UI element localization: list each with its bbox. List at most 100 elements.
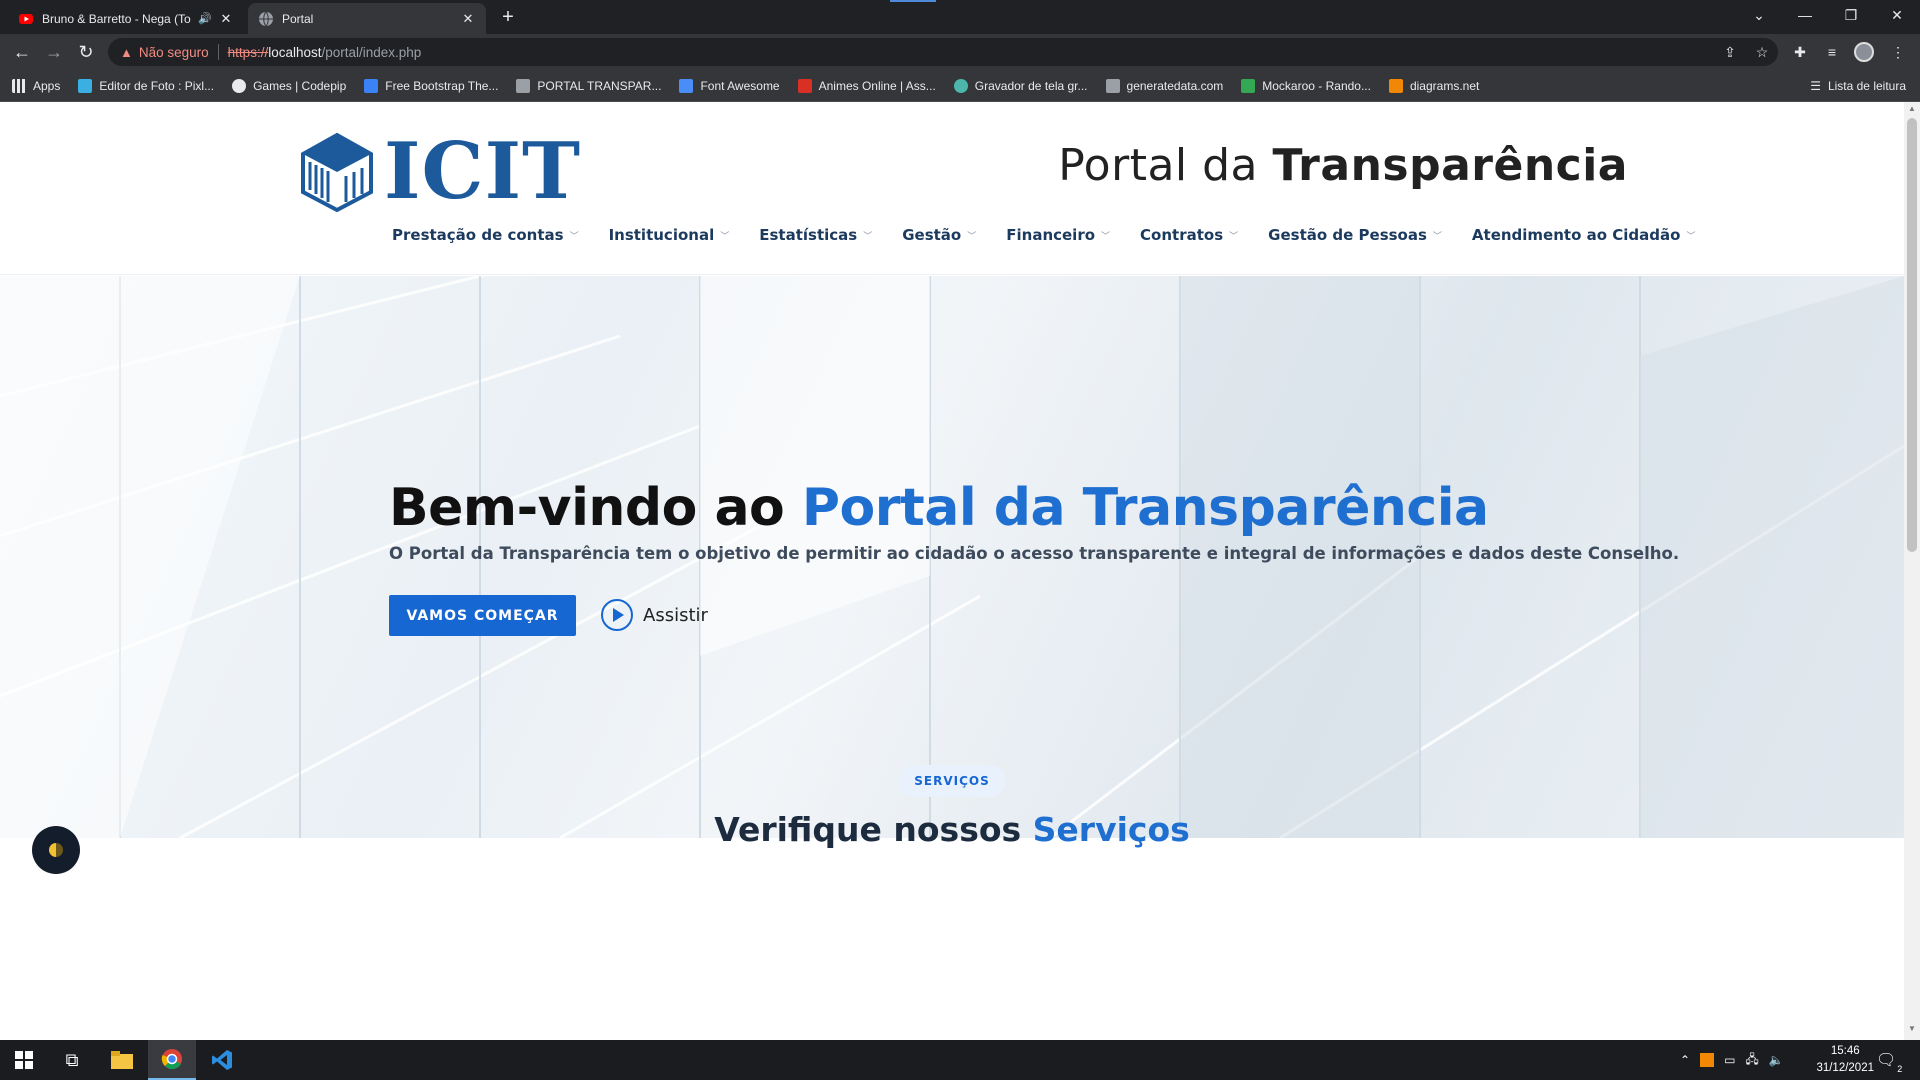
bookmarks-bar: Apps Editor de Foto : Pixl... Games | Co… xyxy=(0,70,1920,102)
youtube-icon xyxy=(19,13,33,24)
bookmark-item[interactable]: generatedata.com xyxy=(1105,78,1223,93)
services-badge: SERVIÇOS xyxy=(898,765,1006,797)
bookmark-item[interactable]: Gravador de tela gr... xyxy=(953,78,1088,93)
bookmark-item[interactable]: diagrams.net xyxy=(1388,78,1479,93)
menu-item-prestacao-de-contas[interactable]: Prestação de contas ﹀ xyxy=(392,226,579,244)
divider xyxy=(217,44,219,60)
logo-text: ICIT xyxy=(384,126,582,217)
vscode-icon[interactable] xyxy=(198,1040,246,1080)
windows-start-icon[interactable] xyxy=(0,1040,48,1080)
back-icon[interactable]: ← xyxy=(8,38,36,66)
bookmark-item[interactable]: PORTAL TRANSPAR... xyxy=(516,78,661,93)
globe-icon xyxy=(259,11,273,26)
bookmark-item[interactable]: Font Awesome xyxy=(679,78,780,93)
url-path: /portal/index.php xyxy=(321,44,422,60)
menu-item-atendimento-ao-cidadao[interactable]: Atendimento ao Cidadão ﹀ xyxy=(1472,226,1696,244)
scroll-down-icon[interactable]: ▼ xyxy=(1904,1024,1920,1038)
apps-grid-icon xyxy=(12,78,26,93)
menu-item-institucional[interactable]: Institucional ﹀ xyxy=(609,226,730,244)
network-icon[interactable]: 🖧 xyxy=(1745,1050,1758,1071)
tab-title: Portal xyxy=(282,11,314,26)
watch-video-button[interactable]: Assistir xyxy=(601,599,708,631)
main-menu: Prestação de contas ﹀ Institucional ﹀ Esta… xyxy=(392,226,1725,244)
security-label: Não seguro xyxy=(138,44,209,60)
task-view-icon[interactable]: ⧉ xyxy=(48,1040,96,1080)
chrome-taskbar-icon[interactable] xyxy=(148,1040,196,1080)
notification-count: 2 xyxy=(1897,1064,1903,1074)
play-icon xyxy=(601,599,633,631)
close-tab-icon[interactable]: ✕ xyxy=(460,11,476,27)
tab-youtube[interactable]: Bruno & Barretto - Nega (To 🔊 ✕ xyxy=(8,3,244,34)
address-bar[interactable]: ▲ Não seguro https:// localhost /portal/… xyxy=(108,38,1778,66)
url-host: localhost xyxy=(268,44,322,60)
share-icon[interactable]: ⇪ xyxy=(1716,38,1744,66)
get-started-button[interactable]: VAMOS COMEÇAR xyxy=(389,595,576,636)
tray-app-icon[interactable] xyxy=(1700,1053,1715,1067)
web-page: ICIT Portal da Transparência Prestação d… xyxy=(0,102,1904,1040)
chevron-down-icon: ﹀ xyxy=(863,231,873,242)
clock-date: 31/12/2021 xyxy=(1816,1062,1874,1074)
show-hidden-icons[interactable]: ⌃ xyxy=(1680,1053,1690,1067)
menu-item-financeiro[interactable]: Financeiro ﹀ xyxy=(1006,226,1110,244)
menu-item-contratos[interactable]: Contratos ﹀ xyxy=(1140,226,1238,244)
tab-search-icon[interactable]: ⌄ xyxy=(1736,0,1782,30)
bookmark-item[interactable]: Apps xyxy=(12,78,60,93)
profile-avatar[interactable] xyxy=(1850,38,1878,66)
restore-icon[interactable]: ❐ xyxy=(1828,0,1874,30)
menu-item-estatisticas[interactable]: Estatísticas ﹀ xyxy=(759,226,872,244)
codepip-icon xyxy=(232,78,247,93)
bookmark-item[interactable]: Editor de Foto : Pixl... xyxy=(78,78,214,93)
reload-icon[interactable]: ↻ xyxy=(72,38,100,66)
warning-icon: ▲ xyxy=(120,44,133,60)
volume-icon[interactable]: 🔈 xyxy=(1769,1053,1784,1067)
speaker-icon[interactable]: 🔊 xyxy=(198,12,212,25)
scroll-up-icon[interactable]: ▲ xyxy=(1904,104,1920,118)
menu-item-gestao[interactable]: Gestão ﹀ xyxy=(902,226,976,244)
meet-now-icon[interactable]: ▭ xyxy=(1724,1053,1735,1067)
menu-kebab-icon[interactable]: ⋮ xyxy=(1884,38,1912,66)
hero-subtitle: O Portal da Transparência tem o objetivo… xyxy=(389,544,1680,563)
bookmark-item[interactable]: Animes Online | Ass... xyxy=(797,78,936,93)
minimize-icon[interactable]: — xyxy=(1782,0,1828,30)
theme-toggle-button[interactable] xyxy=(32,826,80,874)
logo-cube-icon xyxy=(301,132,373,212)
close-tab-icon[interactable]: ✕ xyxy=(218,11,234,27)
chevron-down-icon: ﹀ xyxy=(1101,231,1111,242)
bookmark-item[interactable]: Free Bootstrap The... xyxy=(364,78,498,93)
mockaroo-icon xyxy=(1241,78,1256,93)
hero-section: Bem-vindo ao Portal da Transparência O P… xyxy=(0,276,1904,838)
flag-icon xyxy=(679,78,694,93)
tab-portal[interactable]: Portal ✕ xyxy=(248,3,486,34)
chevron-down-icon: ﹀ xyxy=(967,231,977,242)
bookmark-item[interactable]: Mockaroo - Rando... xyxy=(1241,78,1371,93)
security-warning[interactable]: ▲ Não seguro xyxy=(120,45,209,60)
system-clock[interactable]: 15:46 31/12/2021 xyxy=(1816,1043,1874,1077)
recorder-icon xyxy=(953,78,968,93)
media-control-icon[interactable]: ≡ xyxy=(1818,38,1846,66)
half-moon-icon xyxy=(49,843,63,857)
reading-list[interactable]: ☰ Lista de leitura xyxy=(1810,70,1906,102)
reading-list-icon: ☰ xyxy=(1810,79,1821,93)
notification-center[interactable]: 🗨 2 xyxy=(1876,1040,1902,1080)
extensions-icon[interactable]: ✚ xyxy=(1786,38,1814,66)
menu-item-gestao-de-pessoas[interactable]: Gestão de Pessoas ﹀ xyxy=(1268,226,1442,244)
diagrams-icon xyxy=(1388,78,1403,93)
close-window-icon[interactable]: ✕ xyxy=(1874,0,1920,30)
bookmark-item[interactable]: Games | Codepip xyxy=(232,78,346,93)
site-header: ICIT Portal da Transparência Prestação d… xyxy=(0,102,1904,275)
pixlr-icon xyxy=(78,78,93,93)
bootstrap-icon xyxy=(364,78,379,93)
site-logo[interactable]: ICIT xyxy=(298,132,581,212)
grid-icon xyxy=(1105,78,1120,93)
chevron-down-icon: ﹀ xyxy=(720,231,730,242)
file-explorer-icon[interactable] xyxy=(98,1040,146,1080)
forward-icon[interactable]: → xyxy=(40,38,68,66)
tab-title: Bruno & Barretto - Nega (To xyxy=(42,11,191,26)
watch-label: Assistir xyxy=(643,604,708,626)
system-tray: ⌃ ▭ 🖧 🔈 xyxy=(1680,1040,1784,1080)
new-tab-button[interactable]: + xyxy=(496,6,520,30)
bookmark-star-icon[interactable]: ☆ xyxy=(1748,38,1776,66)
scrollbar-thumb[interactable] xyxy=(1907,118,1917,552)
page-scrollbar[interactable]: ▲ ▼ xyxy=(1904,102,1920,1040)
chevron-down-icon: ﹀ xyxy=(1686,231,1696,242)
